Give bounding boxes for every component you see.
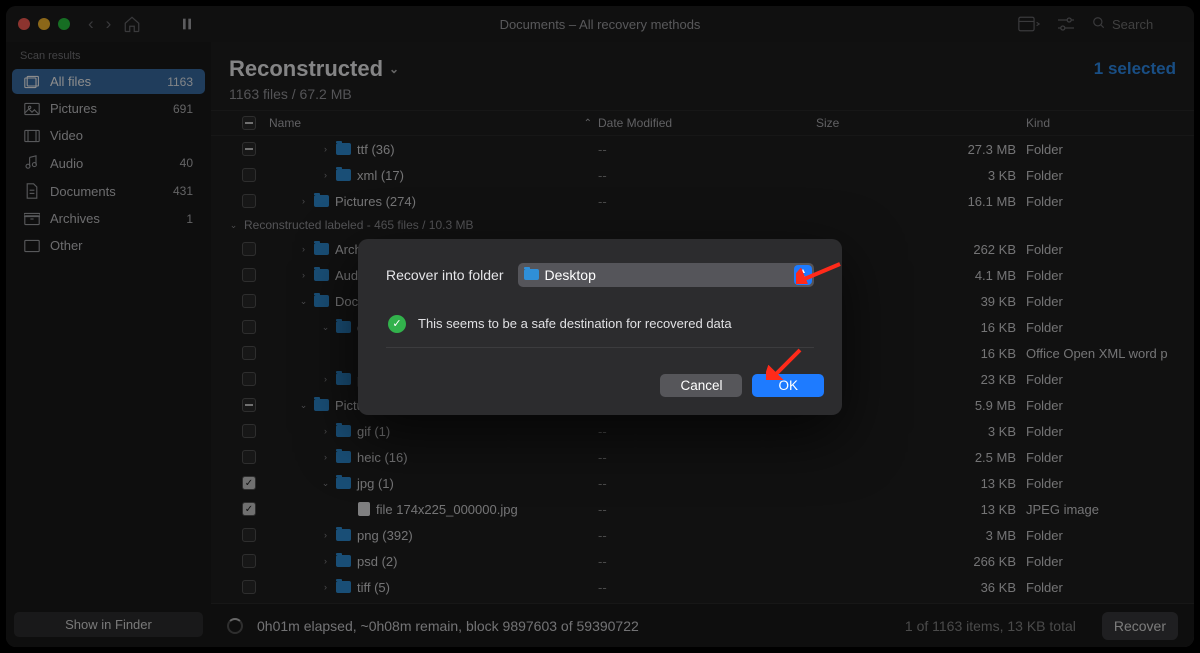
modal-overlay: Recover into folder Desktop ▲▼ ✓ This se… [6,6,1194,647]
annotation-arrow-2 [766,346,806,380]
dialog-label: Recover into folder [386,267,504,283]
checkmark-icon: ✓ [388,315,406,333]
cancel-button[interactable]: Cancel [660,374,742,397]
annotation-arrow-1 [796,260,842,284]
folder-icon [524,269,539,280]
folder-select[interactable]: Desktop ▲▼ [518,263,814,287]
recover-dialog: Recover into folder Desktop ▲▼ ✓ This se… [358,239,842,415]
divider [386,347,814,348]
folder-value: Desktop [545,267,596,283]
app-window: ‹ › Documents – All recovery methods [6,6,1194,647]
safe-destination-text: This seems to be a safe destination for … [418,316,732,331]
